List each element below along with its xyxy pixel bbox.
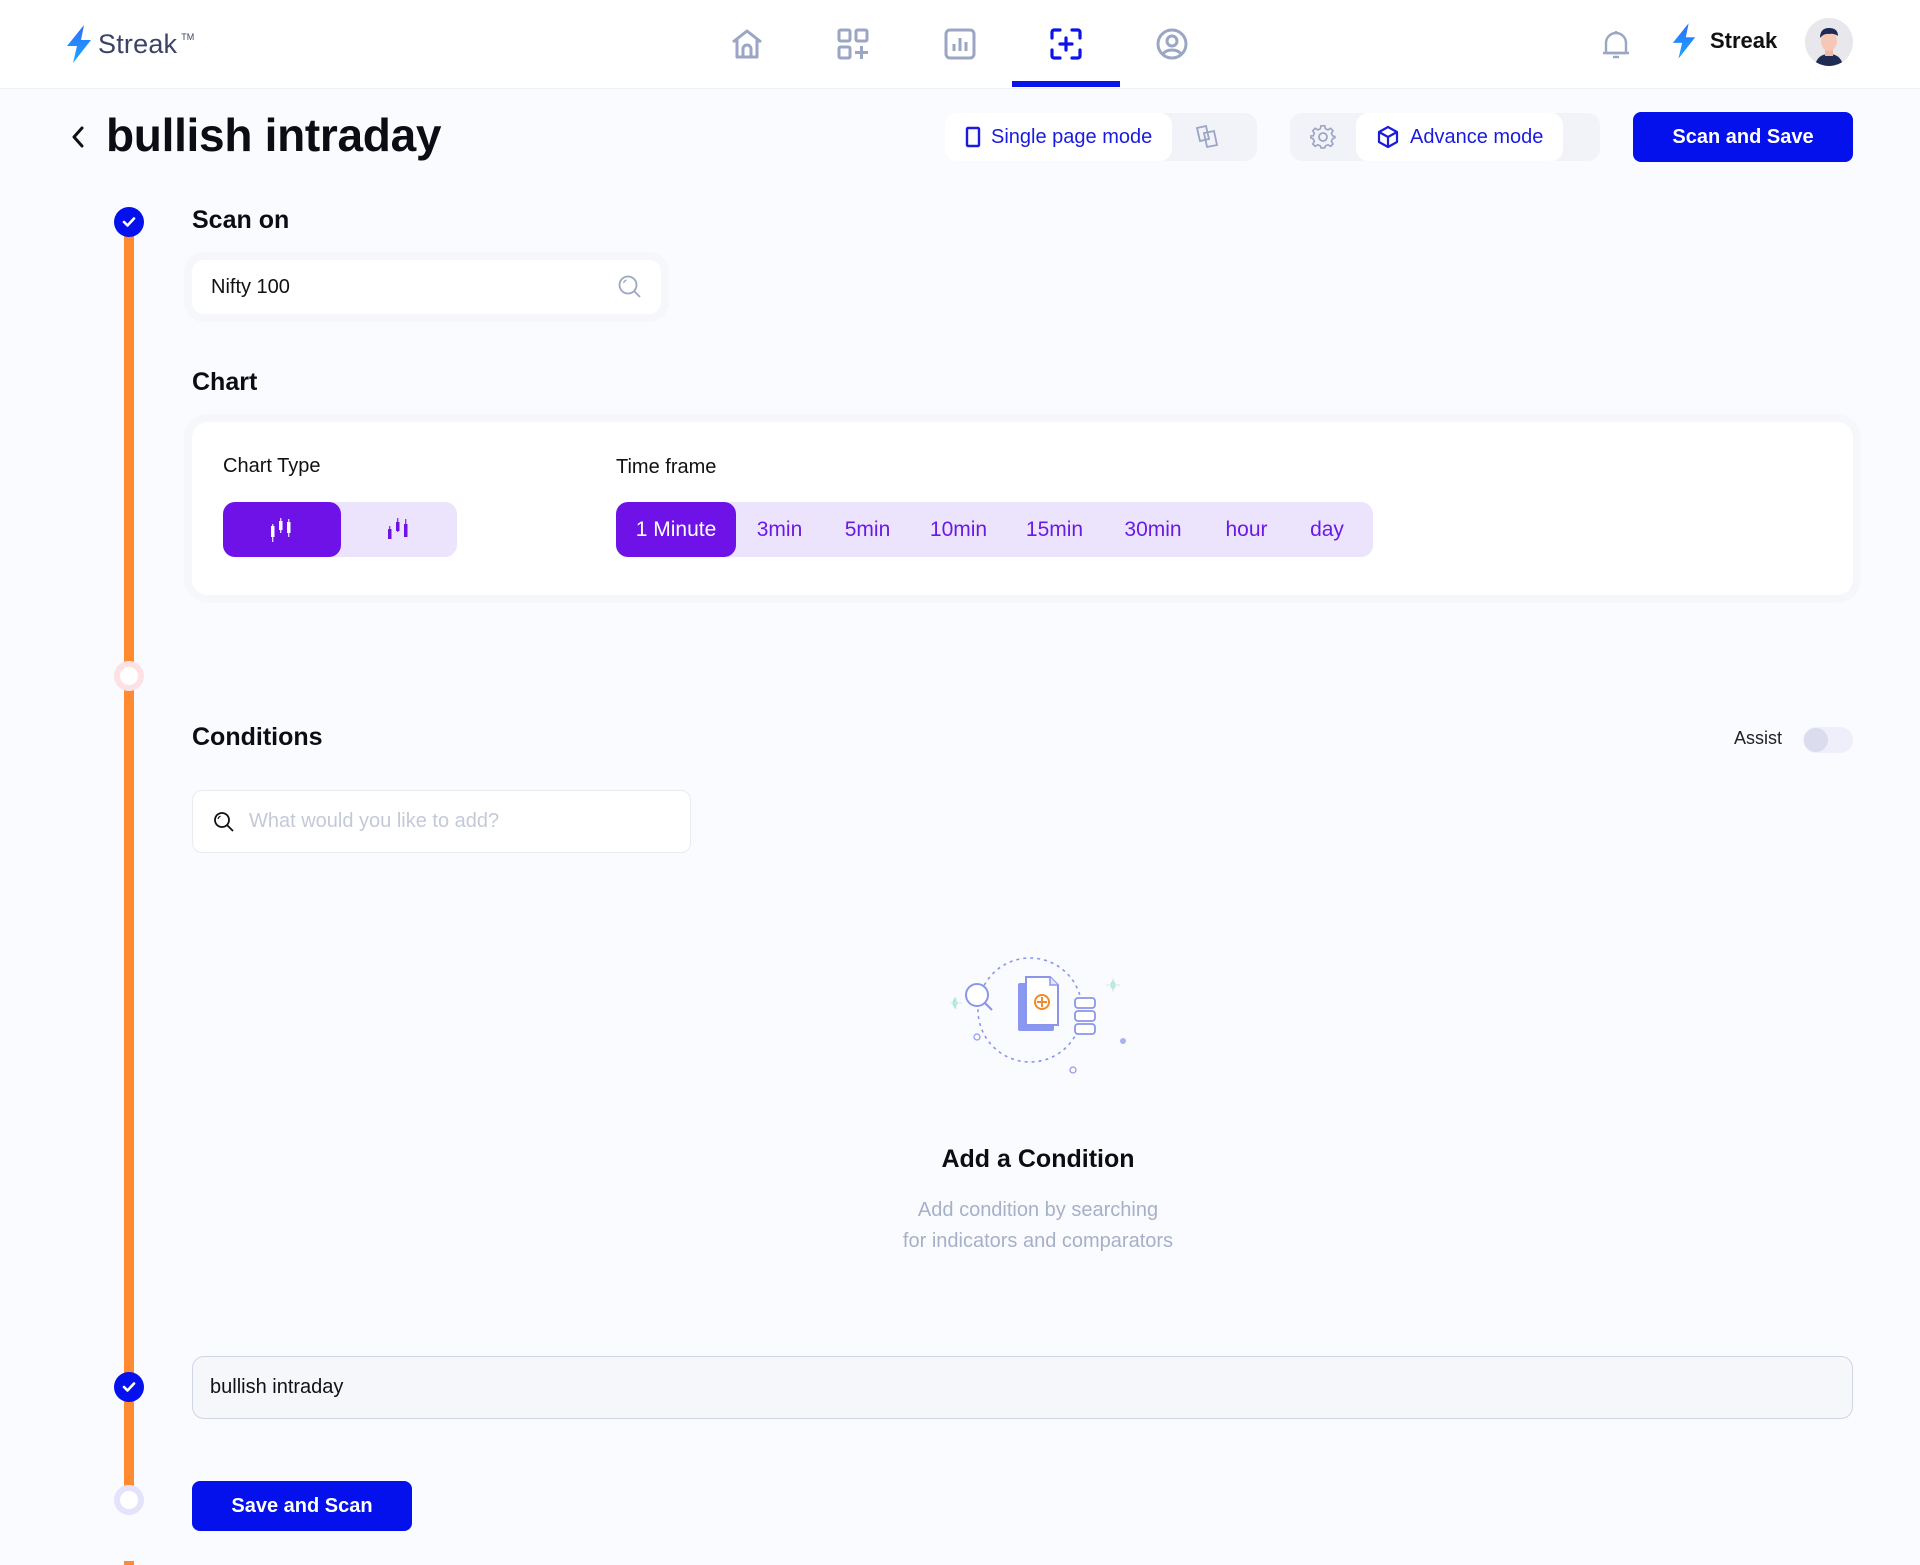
- lightning-logo-icon: [67, 25, 91, 63]
- advance-mode-label: Advance mode: [1410, 125, 1544, 148]
- save-and-scan-button[interactable]: Save and Scan: [192, 1481, 412, 1531]
- step-pending-marker: [114, 661, 144, 691]
- condition-search-field[interactable]: [192, 790, 691, 853]
- empty-state-subtitle-line: for indicators and comparators: [902, 1230, 1174, 1252]
- cube-icon: [1377, 125, 1399, 149]
- view-mode-toggle: Single page mode: [945, 113, 1257, 161]
- nav-home[interactable]: [727, 24, 767, 64]
- scan-add-icon: [1050, 28, 1082, 60]
- top-nav-bar: Streak TM Streak: [0, 0, 1920, 88]
- assist-toggle-knob: [1804, 728, 1828, 752]
- time-frame-15min[interactable]: 15min: [1005, 502, 1104, 557]
- home-icon: [732, 29, 762, 59]
- chart-type-candlestick[interactable]: [223, 502, 341, 557]
- search-icon: [214, 811, 234, 832]
- single-page-mode-button[interactable]: Single page mode: [945, 113, 1173, 161]
- empty-state-subtitle: Add condition by searching for indicator…: [0, 1195, 1920, 1257]
- multi-page-mode-button[interactable]: [1172, 113, 1242, 161]
- streak-logo[interactable]: Streak TM: [64, 24, 194, 64]
- account-brand-text: Streak: [1710, 28, 1778, 53]
- scan-name-field[interactable]: [192, 1356, 1853, 1419]
- time-frame-30min[interactable]: 30min: [1104, 502, 1202, 557]
- page-title: bullish intraday: [106, 109, 442, 161]
- chart-title: Chart: [192, 368, 258, 396]
- chart-settings-card: Chart Type Time frame 1 Minute 3min 5min…: [192, 422, 1853, 595]
- empty-state-title: Add a Condition: [941, 1145, 1135, 1173]
- advance-mode-button[interactable]: Advance mode: [1356, 113, 1564, 161]
- account-brand[interactable]: Streak: [1670, 22, 1777, 60]
- lightning-logo-icon: [1672, 23, 1696, 59]
- editor-mode-toggle: Advance mode: [1290, 113, 1600, 161]
- empty-state-subtitle-line: Add condition by searching: [917, 1199, 1159, 1221]
- chart-type-heikin-ashi[interactable]: [341, 502, 457, 557]
- scan-name-input[interactable]: [210, 1376, 1835, 1399]
- single-page-mode-label: Single page mode: [991, 125, 1153, 148]
- user-avatar-icon: [1805, 18, 1853, 66]
- timeline-track: [124, 690, 134, 1380]
- time-frame-5min[interactable]: 5min: [823, 502, 912, 557]
- bar-chart-icon: [944, 28, 976, 60]
- trademark-mark: TM: [181, 32, 195, 42]
- step-pending-marker: [114, 1485, 144, 1515]
- pages-icon: [1196, 125, 1219, 149]
- search-icon: [618, 275, 641, 298]
- timeline-track: [124, 1561, 134, 1565]
- gear-icon: [1310, 125, 1336, 149]
- logo-text: Streak: [98, 28, 178, 59]
- check-icon: [122, 217, 136, 227]
- nav-profile[interactable]: [1152, 24, 1192, 64]
- user-circle-icon: [1156, 28, 1188, 60]
- nav-create[interactable]: [833, 24, 873, 64]
- add-condition-illustration: [950, 957, 1126, 1074]
- chart-type-toggle: [223, 502, 457, 557]
- timeline-track: [124, 1400, 134, 1490]
- timeline-track: [124, 236, 134, 676]
- nav-scanner[interactable]: [1046, 24, 1086, 64]
- back-button[interactable]: [66, 122, 90, 152]
- assist-toggle[interactable]: [1803, 727, 1853, 753]
- apps-add-icon: [837, 28, 869, 60]
- avatar[interactable]: [1805, 18, 1853, 66]
- nav-dashboard[interactable]: [940, 24, 980, 64]
- active-nav-indicator: [1012, 81, 1120, 87]
- bell-icon: [1603, 31, 1629, 59]
- scan-on-value: Nifty 100: [211, 275, 290, 298]
- time-frame-1-minute[interactable]: 1 Minute: [616, 502, 736, 557]
- scan-and-save-button[interactable]: Scan and Save: [1633, 112, 1853, 162]
- time-frame-toggle: 1 Minute 3min 5min 10min 15min 30min hou…: [616, 502, 1373, 557]
- page-icon: [965, 126, 981, 148]
- conditions-title: Conditions: [192, 723, 323, 751]
- time-frame-label: Time frame: [616, 456, 717, 478]
- time-frame-hour[interactable]: hour: [1202, 502, 1291, 557]
- chart-type-label: Chart Type: [223, 455, 321, 477]
- time-frame-day[interactable]: day: [1291, 502, 1363, 557]
- assist-label: Assist: [1734, 728, 1783, 748]
- settings-button[interactable]: [1290, 113, 1356, 161]
- time-frame-3min[interactable]: 3min: [736, 502, 823, 557]
- heikin-ashi-icon: [388, 517, 408, 539]
- scan-on-title: Scan on: [192, 206, 290, 234]
- time-frame-10min[interactable]: 10min: [912, 502, 1005, 557]
- step-complete-marker: [114, 207, 144, 237]
- check-icon: [122, 1382, 136, 1392]
- candlestick-icon: [271, 517, 291, 542]
- chevron-left-icon: [72, 126, 84, 148]
- step-complete-marker: [114, 1372, 144, 1402]
- scan-on-selector[interactable]: Nifty 100: [192, 260, 661, 314]
- notifications-button[interactable]: [1600, 28, 1632, 62]
- condition-search-input[interactable]: [249, 810, 669, 833]
